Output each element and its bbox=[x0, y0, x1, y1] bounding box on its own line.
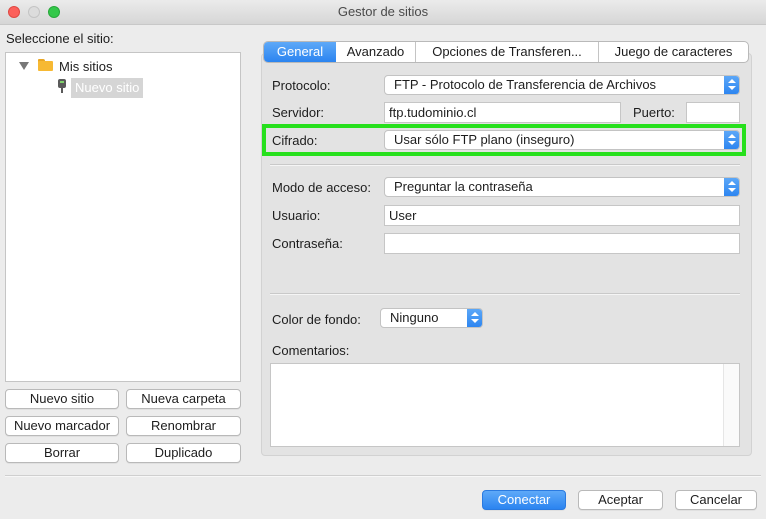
separator bbox=[270, 164, 740, 166]
server-icon bbox=[58, 79, 66, 93]
bg-color-value: Ninguno bbox=[390, 310, 439, 325]
tab-advanced[interactable]: Avanzado bbox=[336, 42, 415, 62]
tree-item-new-site[interactable]: Nuevo sitio bbox=[71, 78, 144, 98]
folder-icon bbox=[38, 59, 53, 71]
tree-item-my-sites[interactable]: Mis sitios bbox=[59, 59, 112, 74]
port-input[interactable] bbox=[686, 102, 740, 123]
protocol-value: FTP - Protocolo de Transferencia de Arch… bbox=[394, 77, 657, 92]
delete-button[interactable]: Borrar bbox=[5, 443, 119, 463]
port-label: Puerto: bbox=[633, 105, 675, 120]
bg-color-select[interactable]: Ninguno bbox=[380, 308, 483, 328]
access-mode-select[interactable]: Preguntar la contraseña bbox=[384, 177, 740, 197]
access-mode-label: Modo de acceso: bbox=[272, 180, 372, 195]
user-label: Usuario: bbox=[272, 208, 321, 223]
bg-color-label: Color de fondo: bbox=[272, 312, 361, 327]
connect-button[interactable]: Conectar bbox=[482, 490, 566, 510]
disclosure-triangle-icon[interactable] bbox=[19, 62, 29, 70]
comments-textarea[interactable] bbox=[270, 363, 740, 447]
user-input[interactable]: User bbox=[384, 205, 740, 226]
accept-button[interactable]: Aceptar bbox=[578, 490, 663, 510]
tab-general[interactable]: General bbox=[264, 42, 336, 62]
rename-button[interactable]: Renombrar bbox=[126, 416, 241, 436]
password-label: Contraseña: bbox=[272, 236, 343, 251]
select-arrows-icon bbox=[724, 178, 739, 196]
footer-separator bbox=[5, 475, 761, 477]
select-arrows-icon bbox=[724, 76, 739, 94]
access-mode-value: Preguntar la contraseña bbox=[394, 179, 533, 194]
encryption-highlight-box bbox=[262, 124, 746, 156]
protocol-select[interactable]: FTP - Protocolo de Transferencia de Arch… bbox=[384, 75, 740, 95]
tab-charset[interactable]: Juego de caracteres bbox=[598, 42, 748, 62]
tab-transfer-settings[interactable]: Opciones de Transferen... bbox=[415, 42, 598, 62]
protocol-label: Protocolo: bbox=[272, 78, 331, 93]
server-label: Servidor: bbox=[272, 105, 325, 120]
new-folder-button[interactable]: Nueva carpeta bbox=[126, 389, 241, 409]
select-site-label: Seleccione el sitio: bbox=[6, 31, 114, 46]
window-title: Gestor de sitios bbox=[337, 4, 429, 19]
cancel-button[interactable]: Cancelar bbox=[675, 490, 757, 510]
select-arrows-icon bbox=[467, 309, 482, 327]
server-input[interactable]: ftp.tudominio.cl bbox=[384, 102, 621, 123]
comments-label: Comentarios: bbox=[272, 343, 350, 358]
password-input[interactable] bbox=[384, 233, 740, 254]
new-site-button[interactable]: Nuevo sitio bbox=[5, 389, 119, 409]
site-tree[interactable] bbox=[5, 52, 241, 382]
duplicate-button[interactable]: Duplicado bbox=[126, 443, 241, 463]
new-bookmark-button[interactable]: Nuevo marcador bbox=[5, 416, 119, 436]
comments-scrollbar[interactable] bbox=[723, 364, 739, 446]
separator bbox=[270, 293, 740, 295]
